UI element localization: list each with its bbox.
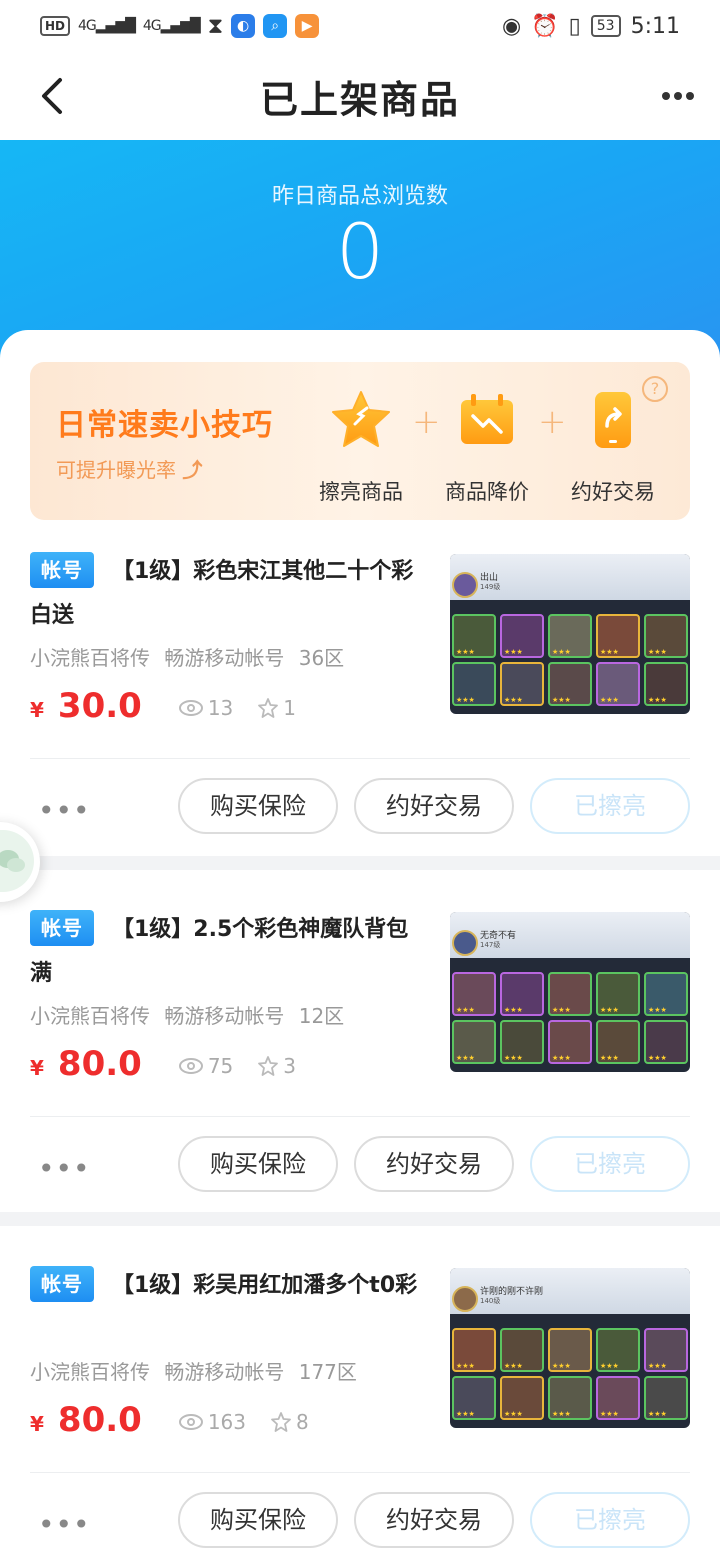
polished-button[interactable]: 已擦亮	[530, 778, 690, 834]
tips-title: 日常速卖小技巧	[56, 408, 273, 443]
play-app-icon: ▶	[295, 14, 320, 38]
buy-insurance-button[interactable]: 购买保险	[178, 1492, 338, 1548]
tips-subtitle: 可提升曝光率 ⤴	[56, 458, 203, 482]
app-header: 已上架商品	[0, 52, 720, 140]
listing-thumbnail[interactable]: 无奇不有 147级	[450, 912, 690, 1072]
avatar	[452, 1286, 478, 1312]
alarm-icon: ⏰	[531, 13, 559, 39]
currency-symbol: ¥	[30, 1412, 44, 1436]
stats-banner: 昨日商品总浏览数 0	[0, 140, 720, 360]
listing-meta: 小浣熊百将传 畅游移动帐号 36区	[30, 646, 345, 670]
eye-icon	[178, 1414, 203, 1430]
section-separator	[0, 1212, 720, 1226]
battery-icon: 53	[590, 15, 621, 37]
divider	[30, 758, 690, 759]
more-actions-icon[interactable]: •••	[38, 794, 91, 827]
phone-icon	[595, 392, 631, 448]
listing-price: 80.0	[57, 1400, 142, 1440]
banner-label: 昨日商品总浏览数	[271, 184, 448, 209]
tip-trade[interactable]: 约好交易	[558, 390, 668, 506]
more-actions-icon[interactable]: •••	[38, 1152, 91, 1185]
price-row: ¥ 80.0 75 3	[30, 1044, 296, 1084]
app-notification-icon: ◐	[231, 14, 256, 38]
account-badge: 帐号	[30, 910, 94, 946]
price-row: ¥ 80.0 163 8	[30, 1400, 309, 1440]
tip-price-drop[interactable]: 商品降价	[432, 390, 542, 506]
hd-indicator: HD	[40, 16, 71, 36]
avatar	[452, 572, 478, 598]
hourglass-icon: ⧗	[207, 13, 224, 39]
clock: 5:11	[630, 13, 680, 39]
eye-icon: ◉	[502, 13, 522, 39]
buy-insurance-button[interactable]: 购买保险	[178, 1136, 338, 1192]
status-bar: HD 4G▂▄▆█ 4G▂▄▆█ ⧗ ◐ ⌕ ▶ ◉ ⏰ ▯ 53 5:11	[0, 0, 720, 52]
price-row: ¥ 30.0 13 1	[30, 686, 296, 726]
hero-grid	[452, 972, 688, 1064]
divider	[30, 1116, 690, 1117]
account-badge: 帐号	[30, 552, 94, 588]
view-count: 163	[207, 1410, 246, 1434]
chat-icon	[0, 850, 25, 872]
listing-price: 30.0	[57, 686, 142, 726]
more-options-icon[interactable]	[660, 82, 696, 110]
buy-insurance-button[interactable]: 购买保险	[178, 778, 338, 834]
polished-button[interactable]: 已擦亮	[530, 1492, 690, 1548]
view-count: 13	[207, 696, 234, 720]
thumb-player-level: 149级	[480, 583, 501, 591]
eye-icon	[178, 700, 203, 716]
listing-card[interactable]: 【1级】彩色宋江其他二十个彩白送 帐号 小浣熊百将传 畅游移动帐号 36区 ¥ …	[0, 552, 720, 852]
tip-label-trade: 约好交易	[571, 480, 655, 504]
vibrate-icon: ▯	[568, 13, 581, 39]
tip-polish[interactable]: 擦亮商品	[306, 390, 416, 506]
tip-label-price-drop: 商品降价	[445, 480, 529, 504]
star-outline-icon	[258, 698, 279, 718]
more-actions-icon[interactable]: •••	[38, 1508, 91, 1541]
thumb-player-level: 147级	[480, 941, 501, 949]
avatar	[452, 930, 478, 956]
back-arrow-icon[interactable]	[36, 76, 72, 116]
thumb-player-level: 140级	[480, 1297, 501, 1305]
view-count: 75	[207, 1054, 234, 1078]
selling-tips-card[interactable]: 日常速卖小技巧 可提升曝光率 ⤴ ? 擦亮商品 + 商品降价 + 约好交易	[30, 362, 690, 520]
hero-grid	[452, 614, 688, 706]
listing-thumbnail[interactable]: 出山 149级	[450, 554, 690, 714]
listing-card[interactable]: 【1级】2.5个彩色神魔队背包满 帐号 小浣熊百将传 畅游移动帐号 12区 ¥ …	[0, 910, 720, 1210]
star-outline-icon	[271, 1412, 291, 1432]
divider	[30, 1472, 690, 1473]
listing-thumbnail[interactable]: 许刚的刚不许刚 140级	[450, 1268, 690, 1428]
price-drop-icon	[461, 394, 513, 444]
listing-meta: 小浣熊百将传 畅游移动帐号 177区	[30, 1360, 357, 1384]
polished-button[interactable]: 已擦亮	[530, 1136, 690, 1192]
signal-icon-sim2: 4G▂▄▆█	[142, 18, 201, 34]
favorite-count: 1	[283, 696, 296, 720]
listing-price: 80.0	[57, 1044, 142, 1084]
currency-symbol: ¥	[30, 698, 44, 722]
star-icon	[332, 391, 390, 447]
arrange-trade-button[interactable]: 约好交易	[354, 778, 514, 834]
favorite-count: 3	[283, 1054, 296, 1078]
listing-meta: 小浣熊百将传 畅游移动帐号 12区	[30, 1004, 345, 1028]
star-outline-icon	[258, 1056, 279, 1076]
trend-up-icon: ⤴	[182, 458, 203, 482]
arrange-trade-button[interactable]: 约好交易	[354, 1136, 514, 1192]
section-separator	[0, 856, 720, 870]
arrange-trade-button[interactable]: 约好交易	[354, 1492, 514, 1548]
hero-grid	[452, 1328, 688, 1420]
signal-icon-sim1: 4G▂▄▆█	[78, 18, 136, 34]
account-badge: 帐号	[30, 1266, 94, 1302]
currency-symbol: ¥	[30, 1056, 44, 1080]
total-views-value: 0	[335, 207, 385, 296]
search-app-icon: ⌕	[263, 14, 288, 38]
tip-label-polish: 擦亮商品	[319, 480, 403, 504]
page-title: 已上架商品	[259, 77, 460, 122]
main-content: 日常速卖小技巧 可提升曝光率 ⤴ ? 擦亮商品 + 商品降价 + 约好交易 【1…	[0, 330, 720, 1560]
listing-card[interactable]: 【1级】彩吴用红加潘多个t0彩 帐号 小浣熊百将传 畅游移动帐号 177区 ¥ …	[0, 1266, 720, 1560]
favorite-count: 8	[296, 1410, 309, 1434]
eye-icon	[178, 1058, 203, 1074]
